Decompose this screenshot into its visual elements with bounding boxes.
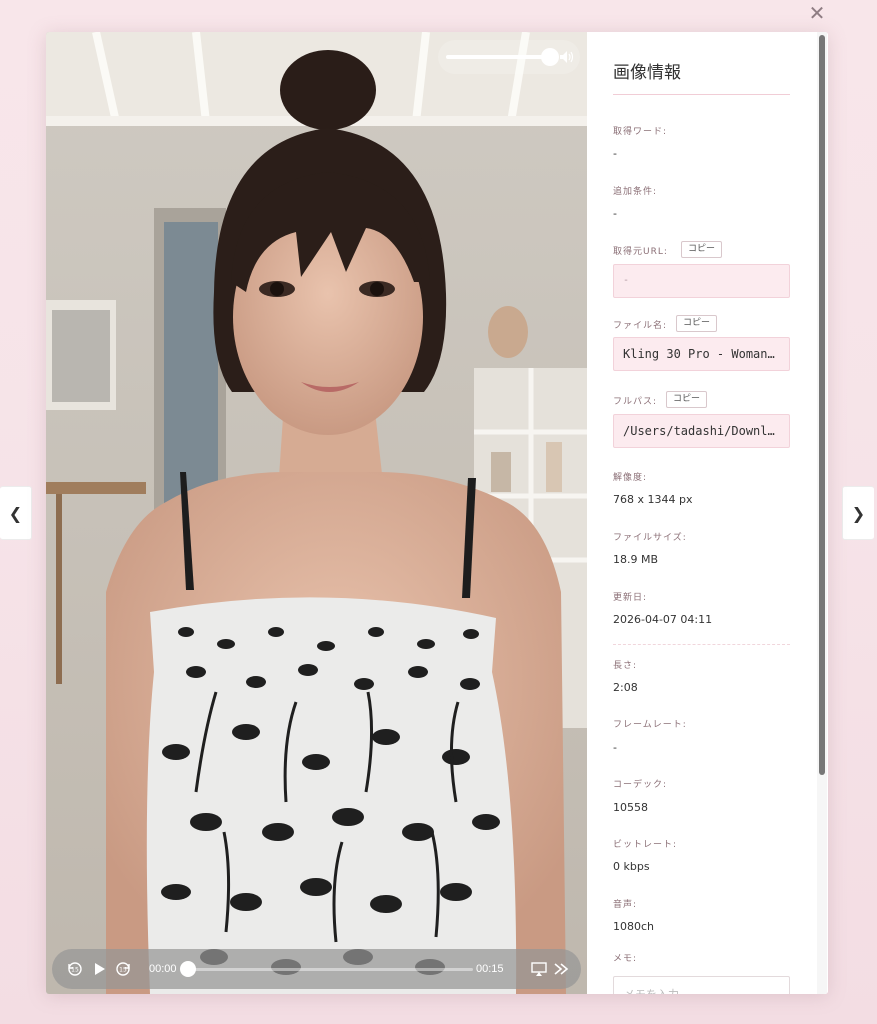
copy-filename-button[interactable]: コピー: [676, 315, 718, 332]
memo-input[interactable]: メモを入力: [613, 976, 790, 994]
bitrate-label: ビットレート:: [613, 840, 678, 850]
copy-source-url-button[interactable]: コピー: [681, 241, 723, 258]
chevron-left-icon: ❮: [8, 503, 23, 523]
player-controls: 15 15 00:00 00:15: [52, 949, 581, 989]
memo-label: メモ:: [613, 954, 638, 964]
volume-high-icon[interactable]: [559, 48, 575, 66]
audio-value: 1080ch: [613, 920, 655, 933]
length-label: 長さ:: [613, 661, 638, 671]
updated-value: 2026-04-07 04:11: [613, 613, 713, 626]
framerate-value: -: [613, 741, 617, 754]
keyword-value: -: [613, 147, 617, 160]
codec-value: 10558: [613, 801, 648, 814]
airplay-icon[interactable]: [530, 960, 548, 978]
info-panel[interactable]: 画像情報 取得ワード: - 追加条件: - 取得元URL: コピー - ファイル…: [587, 32, 828, 994]
play-icon[interactable]: [90, 960, 108, 978]
duration: 00:15: [476, 963, 504, 975]
fast-forward-icon[interactable]: [552, 960, 570, 978]
source-url-label: 取得元URL:: [613, 247, 668, 257]
filesize-label: ファイルサイズ:: [613, 533, 687, 543]
filename-label: ファイル名:: [613, 321, 668, 331]
media-viewer-modal: 15 15 00:00 00:15 画像情報 取得ワード: - 追加条件: - …: [46, 32, 828, 994]
fullpath-label: フルパス:: [613, 397, 658, 407]
video-player[interactable]: 15 15 00:00 00:15: [46, 32, 587, 994]
audio-label: 音声:: [613, 900, 638, 910]
volume-slider-track[interactable]: [446, 55, 550, 59]
filename-field[interactable]: Kling 30 Pro - Woman…: [613, 337, 790, 371]
resolution-value: 768 x 1344 px: [613, 493, 693, 506]
codec-label: コーデック:: [613, 780, 668, 790]
info-title: 画像情報: [613, 63, 681, 83]
fullpath-field[interactable]: /Users/tadashi/Downloads/…: [613, 414, 790, 448]
chevron-right-icon: ❯: [851, 503, 866, 523]
volume-control[interactable]: [438, 40, 580, 74]
copy-fullpath-button[interactable]: コピー: [666, 391, 708, 408]
skip-back-15-icon[interactable]: 15: [66, 960, 84, 978]
keyword-label: 取得ワード:: [613, 127, 668, 137]
next-button[interactable]: ❯: [842, 486, 874, 540]
scrollbar-thumb[interactable]: [819, 35, 825, 775]
previous-button[interactable]: ❮: [0, 486, 32, 540]
svg-text:15: 15: [119, 967, 127, 974]
updated-label: 更新日:: [613, 593, 648, 603]
current-time: 00:00: [149, 963, 177, 975]
section-divider: [613, 644, 790, 645]
length-value: 2:08: [613, 681, 638, 694]
bitrate-value: 0 kbps: [613, 860, 650, 873]
extra-label: 追加条件:: [613, 187, 658, 197]
volume-slider-thumb[interactable]: [541, 48, 559, 66]
resolution-label: 解像度:: [613, 473, 648, 483]
framerate-label: フレームレート:: [613, 720, 687, 730]
extra-value: -: [613, 207, 617, 220]
svg-text:15: 15: [71, 967, 79, 974]
title-divider: [613, 94, 790, 95]
video-frame: [46, 32, 587, 994]
seek-thumb[interactable]: [180, 961, 196, 977]
filesize-value: 18.9 MB: [613, 553, 659, 566]
skip-forward-15-icon[interactable]: 15: [114, 960, 132, 978]
seek-bar[interactable]: [188, 968, 473, 971]
close-button[interactable]: ✕: [806, 2, 828, 24]
source-url-field[interactable]: -: [613, 264, 790, 298]
